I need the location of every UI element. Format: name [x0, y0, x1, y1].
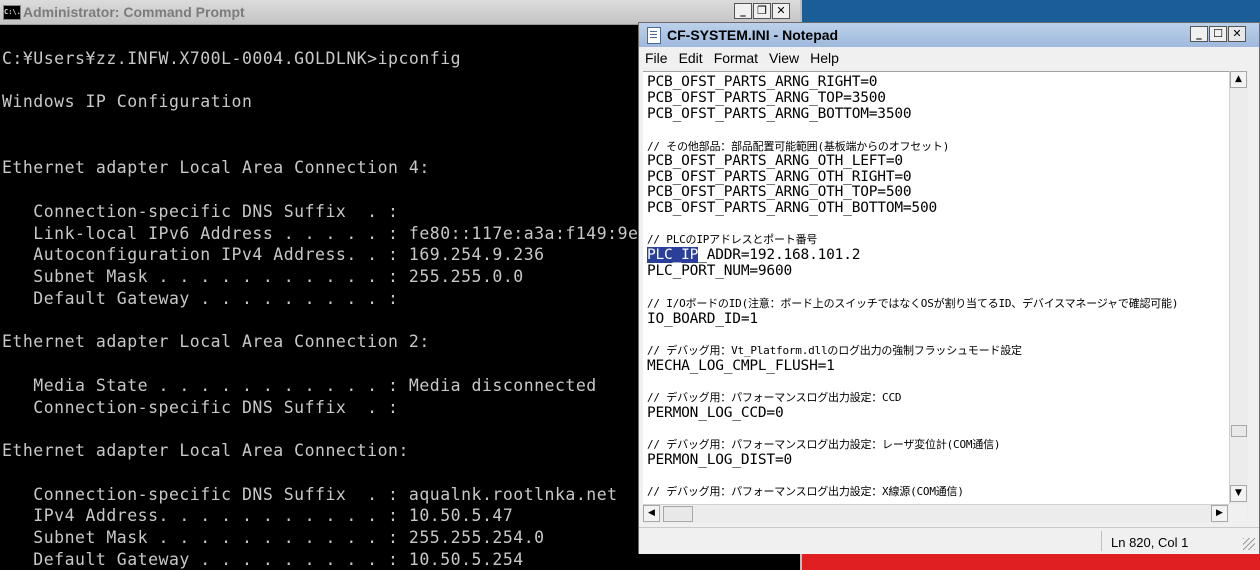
console-line: Default Gateway . . . . . . . . . :	[2, 289, 399, 308]
console-line: Connection-specific DNS Suffix . :	[2, 202, 399, 221]
cursor-position: Ln 820, Col 1	[1111, 535, 1189, 550]
minimize-button[interactable]: _	[1190, 26, 1208, 42]
text-line: IO_BOARD_ID=1	[647, 311, 758, 327]
console-line: IPv4 Address. . . . . . . . . . . : 10.5…	[2, 506, 514, 525]
status-divider	[1101, 531, 1102, 551]
horizontal-scroll-thumb[interactable]	[663, 506, 693, 522]
console-line: Ethernet adapter Local Area Connection 4…	[2, 158, 430, 177]
status-bar: Ln 820, Col 1	[639, 527, 1259, 554]
scrollbar-corner	[1229, 504, 1247, 522]
comment-line: // PLCのIPアドレスとポート番号	[647, 233, 818, 246]
scroll-up-arrow-icon[interactable]: ▲	[1230, 71, 1247, 88]
notepad-title: CF-SYSTEM.INI - Notepad	[667, 27, 839, 43]
desktop-wallpaper-red	[800, 552, 1260, 570]
close-button[interactable]: ✕	[772, 3, 790, 19]
scroll-right-arrow-icon[interactable]: ▶	[1211, 505, 1228, 522]
comment-line: // その他部品：部品配置可能範囲(基板端からのオフセット)	[647, 140, 950, 153]
text-line: PCB_OFST_PARTS_ARNG_TOP=3500	[647, 90, 886, 106]
minimize-button[interactable]: _	[734, 3, 752, 19]
console-line: Connection-specific DNS Suffix . : aqual…	[2, 485, 618, 504]
text-line: PCB_OFST_PARTS_ARNG_BOTTOM=3500	[647, 106, 912, 122]
text-line: PCB_OFST_PARTS_ARNG_RIGHT=0	[647, 74, 878, 90]
comment-line: // デバッグ用：パフォーマンスログ出力設定：レーザ変位計(COM通信)	[647, 438, 1001, 451]
comment-line: // I/OボードのID(注意：ボード上のスイッチではなくOSが割り当てるID、…	[647, 297, 1179, 310]
scroll-left-arrow-icon[interactable]: ◀	[643, 505, 660, 522]
text-line: PCB_OFST_PARTS_ARNG_OTH_LEFT=0	[647, 153, 903, 169]
text-line: PCB_OFST_PARTS_ARNG_OTH_RIGHT=0	[647, 169, 912, 185]
console-line: Windows IP Configuration	[2, 92, 253, 111]
scroll-down-arrow-icon[interactable]: ▼	[1230, 485, 1247, 502]
menu-file[interactable]: File	[639, 47, 673, 69]
menu-edit[interactable]: Edit	[673, 47, 708, 69]
notepad-window[interactable]: CF-SYSTEM.INI - Notepad _ ☐ ✕ File Edit …	[638, 22, 1260, 554]
console-line: Connection-specific DNS Suffix . :	[2, 398, 399, 417]
notepad-titlebar[interactable]: CF-SYSTEM.INI - Notepad _ ☐ ✕	[639, 23, 1259, 47]
text-line-remainder: _ADDR=192.168.101.2	[698, 247, 861, 263]
text-line: PERMON_LOG_CCD=0	[647, 405, 784, 421]
notepad-document-icon[interactable]	[647, 27, 661, 44]
menu-help[interactable]: Help	[804, 47, 844, 69]
vertical-scroll-thumb[interactable]	[1231, 425, 1247, 437]
command-prompt-title: Administrator: Command Prompt	[23, 4, 245, 20]
comment-line: // デバッグ用：パフォーマンスログ出力設定：CCD	[647, 391, 902, 404]
close-button[interactable]: ✕	[1228, 26, 1246, 42]
text-selection[interactable]: PLC_IP	[647, 247, 698, 263]
text-line-selected: PLC_IP_ADDR=192.168.101.2	[647, 247, 860, 263]
console-line: Autoconfiguration IPv4 Address. . : 169.…	[2, 245, 545, 264]
maximize-button[interactable]: ☐	[1209, 26, 1227, 42]
restore-button[interactable]: ❐	[753, 3, 771, 19]
console-line: Default Gateway . . . . . . . . . : 10.5…	[2, 550, 524, 569]
horizontal-scrollbar[interactable]: ◀ ▶	[643, 504, 1229, 523]
menu-bar: File Edit Format View Help	[639, 47, 1259, 69]
console-line: Ethernet adapter Local Area Connection 2…	[2, 332, 430, 351]
console-line: Ethernet adapter Local Area Connection:	[2, 441, 409, 460]
text-line: PCB_OFST_PARTS_ARNG_OTH_TOP=500	[647, 184, 912, 200]
resize-grip-icon[interactable]	[1243, 538, 1255, 550]
text-line: MECHA_LOG_CMPL_FLUSH=1	[647, 358, 835, 374]
comment-line: // デバッグ用：Vt_Platform.dllのログ出力の強制フラッシュモード…	[647, 344, 1022, 357]
text-editor-area[interactable]: PCB_OFST_PARTS_ARNG_RIGHT=0 PCB_OFST_PAR…	[643, 71, 1237, 519]
console-line: C:¥Users¥zz.INFW.X700L-0004.GOLDLNK>ipco…	[2, 49, 462, 68]
vertical-scrollbar[interactable]: ▲ ▼	[1229, 71, 1248, 518]
text-line: PERMON_LOG_DIST=0	[647, 452, 793, 468]
console-line: Subnet Mask . . . . . . . . . . . : 255.…	[2, 267, 524, 286]
menu-view[interactable]: View	[763, 47, 804, 69]
menu-format[interactable]: Format	[708, 47, 763, 69]
console-line: Media State . . . . . . . . . . . : Medi…	[2, 376, 597, 395]
command-prompt-icon[interactable]: C:\.	[3, 5, 21, 20]
console-line: Link-local IPv6 Address . . . . . : fe80…	[2, 224, 681, 243]
text-line: PLC_PORT_NUM=9600	[647, 263, 793, 279]
console-line: Subnet Mask . . . . . . . . . . . : 255.…	[2, 528, 545, 547]
comment-line: // デバッグ用：パフォーマンスログ出力設定：X線源(COM通信)	[647, 485, 964, 498]
text-line: PCB_OFST_PARTS_ARNG_OTH_BOTTOM=500	[647, 200, 938, 216]
